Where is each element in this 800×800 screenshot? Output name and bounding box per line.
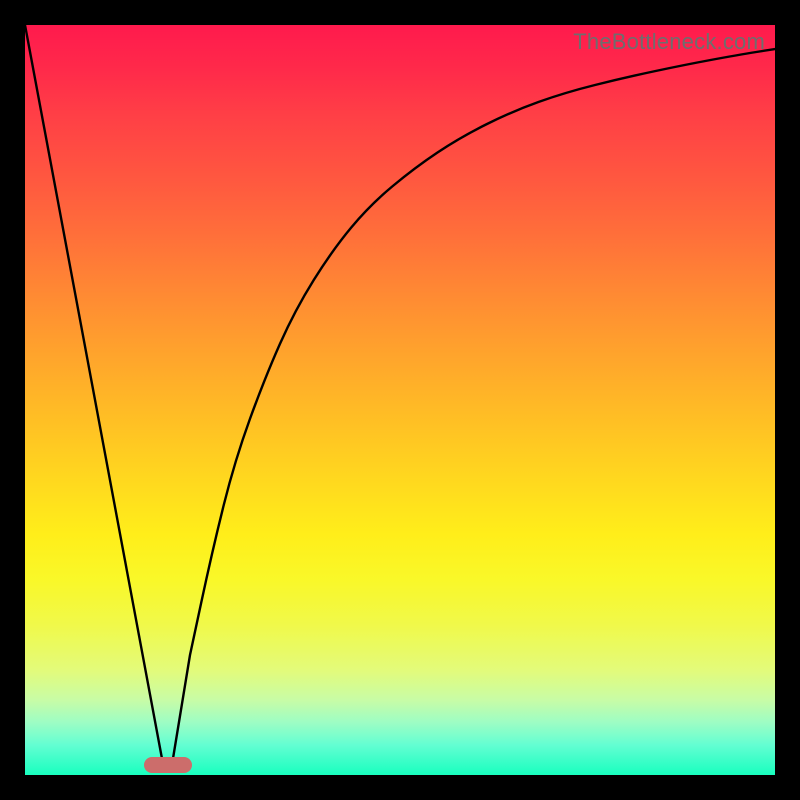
curve-svg <box>25 25 775 775</box>
curve-path <box>25 25 775 760</box>
chart-frame: TheBottleneck.com <box>0 0 800 800</box>
minimum-marker <box>144 757 192 773</box>
plot-area: TheBottleneck.com <box>25 25 775 775</box>
